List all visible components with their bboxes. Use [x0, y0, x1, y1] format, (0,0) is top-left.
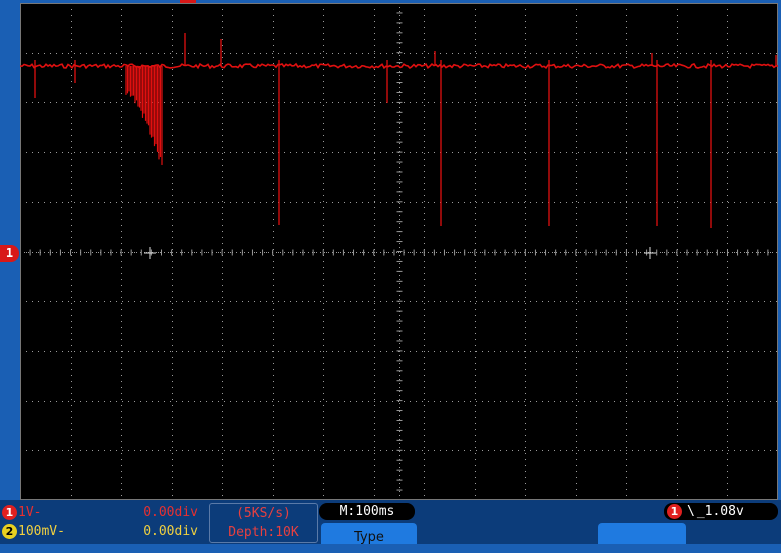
ch1-level-marker[interactable]: 1: [0, 245, 19, 262]
softkey-blank[interactable]: [598, 523, 686, 544]
ch2-badge: 2: [2, 524, 17, 539]
memory-depth: Depth:10K: [228, 525, 299, 540]
ch1-badge: 1: [2, 505, 17, 520]
trigger-source-badge: 1: [667, 504, 682, 519]
ch2-position: 0.00div: [143, 524, 198, 539]
ch2-info[interactable]: 2 100mV- 0.00div: [0, 522, 198, 541]
falling-edge-icon: \: [687, 504, 695, 519]
trigger-readout[interactable]: 1 \ _1.08v: [664, 503, 778, 520]
waveform-display: [20, 3, 778, 500]
ch2-scale: 100mV-: [18, 524, 65, 539]
waveform-canvas: [20, 3, 778, 500]
timebase-readout[interactable]: M:100ms: [319, 503, 415, 520]
ch1-info[interactable]: 1 1V- 0.00div: [0, 503, 198, 522]
ch1-position: 0.00div: [143, 505, 198, 520]
acquisition-info: (5KS/s) Depth:10K: [209, 503, 318, 543]
type-softkey[interactable]: Type: [321, 523, 417, 545]
trigger-level: _1.08v: [696, 504, 744, 519]
ch1-scale: 1V-: [18, 505, 42, 520]
sample-rate: (5KS/s): [236, 506, 291, 521]
